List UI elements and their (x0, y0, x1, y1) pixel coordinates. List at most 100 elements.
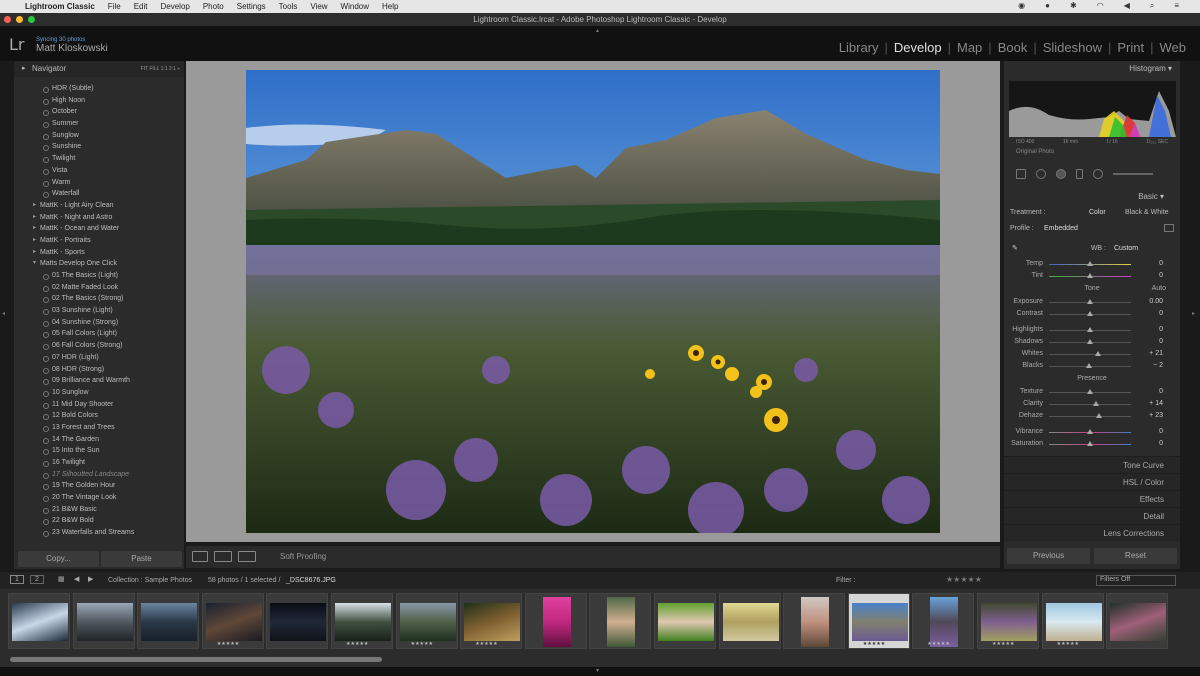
slider-knob[interactable] (1087, 441, 1093, 446)
before-after-yy-icon[interactable] (238, 551, 256, 562)
collapse-triangle-icon[interactable]: ▾ (1168, 64, 1172, 73)
menu-tools[interactable]: Tools (279, 2, 298, 11)
slider-value[interactable]: 0 (1131, 258, 1163, 270)
filters-off-dropdown[interactable]: Filters Off (1096, 575, 1176, 586)
histogram-header[interactable]: Histogram ▾ (1004, 61, 1180, 77)
module-develop[interactable]: Develop (888, 40, 948, 55)
preset-item[interactable]: 22 B&W Bold (18, 515, 184, 527)
slider-value[interactable]: + 21 (1131, 348, 1163, 360)
filmstrip-thumbnail[interactable]: ★★★★★ (201, 593, 264, 649)
slider-knob[interactable] (1092, 401, 1099, 406)
slider-track[interactable] (1049, 299, 1131, 304)
menu-photo[interactable]: Photo (203, 2, 224, 11)
panel-header-tone-curve[interactable]: Tone Curve (1004, 456, 1180, 473)
preset-folder[interactable]: Matts Develop One Click (18, 258, 184, 270)
slider-knob[interactable] (1087, 339, 1093, 344)
copy-button[interactable]: Copy... (18, 551, 99, 567)
preset-item[interactable]: 23 Waterfalls and Streams (18, 527, 184, 539)
before-after-icon[interactable] (214, 551, 232, 562)
cc-icon[interactable]: ◉ (1018, 1, 1025, 11)
bottom-toggle-icon[interactable]: ▾ (596, 667, 599, 674)
module-print[interactable]: Print (1111, 40, 1150, 55)
preset-item[interactable]: Waterfall (18, 188, 184, 200)
filmstrip-thumbnail[interactable]: ★★★★★ (1041, 593, 1104, 649)
reset-button[interactable]: Reset (1094, 548, 1177, 564)
menu-help[interactable]: Help (382, 2, 398, 11)
filmstrip-thumbnail[interactable] (137, 593, 200, 649)
preset-item[interactable]: Vista (18, 165, 184, 177)
left-panel-toggle-icon[interactable]: ◂ (2, 310, 5, 317)
eyedropper-icon[interactable]: ✎ (1004, 240, 1024, 258)
slider-value[interactable]: 0 (1131, 324, 1163, 336)
filmstrip-thumbnail[interactable]: ★★★★★ (460, 593, 523, 649)
preset-folder[interactable]: MattK - Night and Astro (18, 212, 184, 224)
preset-item[interactable]: 12 Bold Colors (18, 410, 184, 422)
preset-item[interactable]: Twilight (18, 153, 184, 165)
slider-track[interactable] (1049, 261, 1131, 266)
red-eye-icon[interactable] (1056, 169, 1066, 179)
slider-track[interactable] (1049, 339, 1131, 344)
page1-button[interactable]: 1 (10, 575, 24, 584)
grid-icon[interactable]: ▦ (58, 575, 65, 583)
profile-value[interactable]: Embedded (1044, 221, 1078, 237)
menu-file[interactable]: File (108, 2, 121, 11)
preset-item[interactable]: 08 HDR (Strong) (18, 364, 184, 376)
profile-browser-icon[interactable] (1164, 224, 1174, 232)
navigator-header[interactable]: ▸ Navigator FIT FILL 1:1 2:1 ÷ (14, 61, 184, 77)
wifi-icon[interactable]: ◠ (1097, 1, 1104, 11)
preset-item[interactable]: Sunshine (18, 141, 184, 153)
slider-track[interactable] (1049, 363, 1131, 368)
filmstrip-thumbnail[interactable] (72, 593, 135, 649)
spot-removal-icon[interactable] (1036, 169, 1046, 179)
bottom-panel-toggle[interactable]: ▾ (0, 667, 1200, 676)
right-panel-toggle-icon[interactable]: ▸ (1192, 310, 1195, 317)
filmstrip-thumbnail[interactable]: ★★★★★ (912, 593, 975, 649)
slider-knob[interactable] (1087, 261, 1093, 266)
preset-item[interactable]: HDR (Subtle) (18, 83, 184, 95)
slider-knob[interactable] (1086, 363, 1093, 368)
module-library[interactable]: Library (833, 40, 885, 55)
preset-item[interactable]: 01 The Basics (Light) (18, 270, 184, 282)
slider-track[interactable] (1049, 273, 1131, 278)
page2-button[interactable]: 2 (30, 575, 44, 584)
slider-value[interactable]: 0.00 (1131, 296, 1163, 308)
paste-button[interactable]: Paste (101, 551, 182, 567)
presets-list[interactable]: HDR (Subtle) High Noon October Summer Sunglo… (18, 83, 184, 545)
slider-track[interactable] (1049, 311, 1131, 316)
preset-item[interactable]: 04 Sunshine (Strong) (18, 317, 184, 329)
slider-track[interactable] (1049, 351, 1131, 356)
top-panel-toggle-icon[interactable]: ▴ (596, 27, 599, 34)
original-photo[interactable]: Original Photo (1004, 149, 1180, 155)
bluetooth-icon[interactable]: ✱ (1070, 1, 1077, 11)
filmstrip-thumbnail[interactable] (718, 593, 781, 649)
minimize-window-icon[interactable] (16, 16, 23, 23)
slider-knob[interactable] (1096, 413, 1103, 418)
menu-settings[interactable]: Settings (237, 2, 266, 11)
preset-item[interactable]: 10 Sunglow (18, 387, 184, 399)
zoom-window-icon[interactable] (28, 16, 35, 23)
filmstrip-thumbnail[interactable] (8, 593, 70, 649)
panel-header-effects[interactable]: Effects (1004, 490, 1180, 507)
module-map[interactable]: Map (951, 40, 988, 55)
filmstrip-thumbnail[interactable] (654, 593, 716, 649)
filmstrip-thumbnail[interactable]: ★★★★★ (847, 593, 910, 649)
slider-value[interactable]: − 2 (1131, 360, 1163, 372)
preset-item[interactable]: Sunglow (18, 130, 184, 142)
back-arrow-icon[interactable]: ◀ (74, 575, 79, 583)
preset-item[interactable]: 11 Mid Day Shooter (18, 399, 184, 411)
preset-item[interactable]: 02 The Basics (Strong) (18, 293, 184, 305)
slider-knob[interactable] (1087, 273, 1093, 278)
panel-header-detail[interactable]: Detail (1004, 507, 1180, 524)
crop-icon[interactable] (1016, 169, 1026, 179)
slider-value[interactable]: 0 (1131, 438, 1163, 450)
slider-knob[interactable] (1095, 351, 1102, 356)
filmstrip-thumbnail[interactable]: ★★★★★ (977, 593, 1039, 649)
wb-value[interactable]: Custom (1114, 240, 1138, 258)
main-photo[interactable] (246, 70, 940, 533)
menu-app[interactable]: Lightroom Classic (25, 2, 95, 11)
record-icon[interactable]: ● (1045, 1, 1050, 11)
auto-button[interactable]: Auto (1152, 282, 1166, 296)
slider-track[interactable] (1049, 429, 1131, 434)
menu-develop[interactable]: Develop (160, 2, 189, 11)
adjustment-brush-icon[interactable] (1113, 173, 1153, 175)
